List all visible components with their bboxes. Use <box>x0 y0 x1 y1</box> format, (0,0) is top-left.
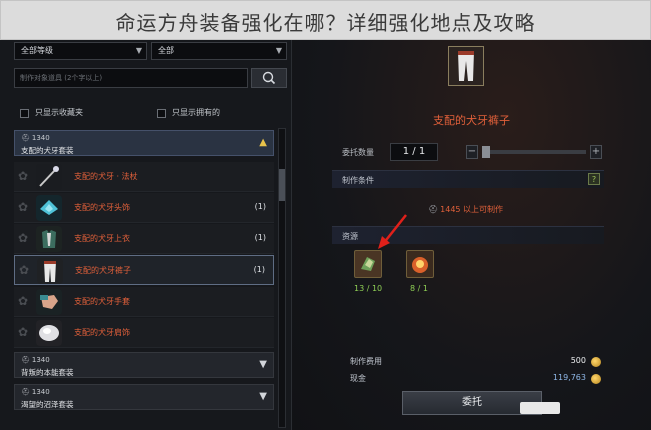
selected-item-title: 支配的犬牙裤子 <box>433 114 510 127</box>
material-count: 13 / 10 <box>354 284 383 293</box>
selected-item-icon <box>448 46 484 86</box>
slider-knob[interactable] <box>482 146 490 158</box>
search-input[interactable]: 制作对象道具 (2个字以上) <box>14 68 248 88</box>
item-name: 支配的犬牙 · 法杖 <box>74 172 138 181</box>
cash-value: 119,763 <box>552 373 586 382</box>
pants-icon <box>37 258 63 284</box>
group-level-value: 1340 <box>31 356 50 364</box>
staff-icon <box>36 164 62 190</box>
list-scrollbar[interactable] <box>278 128 286 428</box>
gear-icon: ✿ <box>18 294 29 308</box>
group-level: ⛑ 1340 <box>21 388 50 396</box>
list-item[interactable]: ✿ 支配的犬牙手套 <box>14 287 274 317</box>
chevron-down-icon: ▼ <box>135 46 142 55</box>
list-item[interactable]: ✿ 支配的犬牙 · 法杖 <box>14 162 274 192</box>
item-count: (1) <box>254 202 266 211</box>
gear-icon: ✿ <box>18 325 29 339</box>
material-count: 8 / 1 <box>410 284 428 293</box>
item-name: 支配的犬牙头饰 <box>74 203 130 212</box>
recipe-list-panel: 全部等级 ▼ 全部 ▼ 制作对象道具 (2个字以上) 只显示收藏夹 只显示拥有的… <box>0 40 292 430</box>
helmet-icon: ⛑ <box>21 388 30 396</box>
headpiece-icon <box>36 195 62 221</box>
gold-coin-icon <box>591 357 601 367</box>
commission-qty-label: 委托数量 <box>342 148 374 157</box>
item-name: 支配的犬牙肩饰 <box>74 328 130 337</box>
group-level-value: 1340 <box>31 388 50 396</box>
article-banner: 命运方舟装备强化在哪？详细强化地点及攻略 <box>0 0 651 40</box>
chevron-down-icon: ▼ <box>259 359 267 370</box>
group-level-value: 1340 <box>31 134 50 142</box>
slider-track[interactable] <box>482 150 586 154</box>
materials-header: 资源 <box>342 232 358 241</box>
help-icon[interactable]: ? <box>588 173 600 185</box>
chevron-down-icon: ▼ <box>275 46 282 55</box>
commission-qty-field[interactable]: 1 / 1 <box>390 143 438 161</box>
owned-checkbox-label: 只显示拥有的 <box>172 108 220 117</box>
list-item[interactable]: ✿ 支配的犬牙上衣 (1) <box>14 224 274 254</box>
gear-icon: ✿ <box>18 231 29 245</box>
grade-select[interactable]: 全部等级 ▼ <box>14 42 147 60</box>
gear-icon: ✿ <box>18 169 29 183</box>
cash-row: 现金 119,763 <box>332 371 604 387</box>
watermark-logo <box>520 402 560 414</box>
group-level: ⛑ 1340 <box>21 356 50 364</box>
chevron-up-icon: ▲ <box>259 137 267 148</box>
item-count: (1) <box>254 233 266 242</box>
qty-slider[interactable]: − + <box>466 143 602 161</box>
condition-value: 1445 以上可制作 <box>440 205 504 214</box>
group-name: 支配的犬牙套装 <box>21 146 74 155</box>
helmet-icon: ⛑ <box>21 356 30 364</box>
item-count: (1) <box>253 265 265 274</box>
gear-icon: ✿ <box>19 263 30 277</box>
craft-cost-row: 制作费用 500 <box>332 354 604 370</box>
group-name: 背叛的本能套装 <box>21 368 74 377</box>
condition-header: 制作条件 <box>342 176 374 185</box>
owned-checkbox[interactable] <box>157 109 166 118</box>
type-select[interactable]: 全部 ▼ <box>151 42 287 60</box>
shoulder-icon <box>36 320 62 346</box>
search-icon <box>262 71 276 85</box>
materials-section-header: 资源 <box>332 226 604 244</box>
gear-icon: ✿ <box>18 200 29 214</box>
set-group-header[interactable]: ⛑ 1340 支配的犬牙套装 ▲ <box>14 130 274 156</box>
search-button[interactable] <box>251 68 287 88</box>
scrollbar-thumb[interactable] <box>279 169 285 201</box>
group-name: 渴望的沼泽套装 <box>21 400 74 409</box>
favorites-checkbox[interactable] <box>20 109 29 118</box>
craft-cost-value: 500 <box>570 356 586 365</box>
list-item[interactable]: ✿ 支配的犬牙肩饰 <box>14 318 274 348</box>
grade-select-value: 全部等级 <box>21 46 53 55</box>
craft-cost-label: 制作费用 <box>350 357 382 366</box>
gloves-icon <box>36 289 62 315</box>
banner-title: 命运方舟装备强化在哪？详细强化地点及攻略 <box>115 11 536 35</box>
helmet-icon: ⛑ <box>21 134 30 142</box>
annotation-arrow-icon <box>378 214 407 249</box>
chevron-down-icon: ▼ <box>259 391 267 402</box>
set-group-header[interactable]: ⛑ 1340 背叛的本能套装 ▼ <box>14 352 274 378</box>
chest-icon <box>36 226 62 252</box>
group-level: ⛑ 1340 <box>21 134 50 142</box>
fire-orb-icon[interactable] <box>406 250 434 278</box>
cash-label: 现金 <box>350 374 366 383</box>
item-name: 支配的犬牙裤子 <box>75 266 131 275</box>
condition-section-header: 制作条件 ? <box>332 170 604 188</box>
favorites-checkbox-label: 只显示收藏夹 <box>35 108 83 117</box>
plus-button[interactable]: + <box>590 145 602 159</box>
gold-coin-icon <box>591 374 601 384</box>
minus-button[interactable]: − <box>466 145 478 159</box>
type-select-value: 全部 <box>158 46 174 55</box>
condition-text: ⛑ 1445 以上可制作 <box>428 204 503 215</box>
list-item[interactable]: ✿ 支配的犬牙头饰 (1) <box>14 193 274 223</box>
list-item-selected[interactable]: ✿ 支配的犬牙裤子 (1) <box>14 255 274 285</box>
item-name: 支配的犬牙手套 <box>74 297 130 306</box>
craft-detail-panel: 支配的犬牙裤子 委托数量 1 / 1 − + 制作条件 ? ⛑ 1445 以上可制… <box>292 40 651 430</box>
material-icon[interactable] <box>354 250 382 278</box>
set-group-header[interactable]: ⛑ 1340 渴望的沼泽套装 ▼ <box>14 384 274 410</box>
helmet-icon: ⛑ <box>428 205 439 214</box>
item-name: 支配的犬牙上衣 <box>74 234 130 243</box>
